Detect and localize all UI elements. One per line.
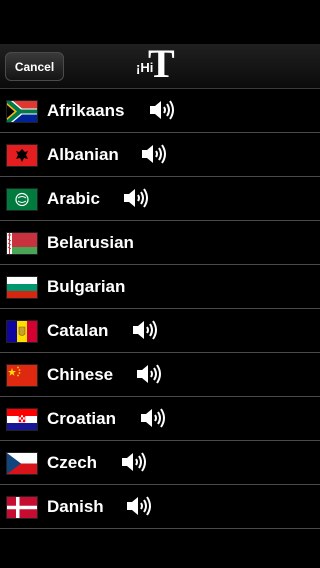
app-logo: ¡Hi T bbox=[135, 44, 185, 84]
speaker-icon[interactable] bbox=[136, 363, 162, 385]
language-row[interactable]: Belarusian bbox=[0, 221, 320, 265]
bulgaria-flag-icon bbox=[6, 276, 38, 299]
speaker-icon[interactable] bbox=[121, 451, 147, 473]
speaker-icon[interactable] bbox=[126, 495, 152, 517]
speaker-icon[interactable] bbox=[123, 187, 149, 209]
language-row[interactable]: Afrikaans bbox=[0, 89, 320, 133]
language-row[interactable]: Albanian bbox=[0, 133, 320, 177]
language-row[interactable]: Danish bbox=[0, 485, 320, 529]
language-name: Chinese bbox=[47, 365, 114, 384]
language-row[interactable]: Catalan bbox=[0, 309, 320, 353]
language-name: Afrikaans bbox=[47, 101, 125, 120]
language-row[interactable]: Arabic bbox=[0, 177, 320, 221]
language-name: Czech bbox=[47, 453, 98, 472]
denmark-flag-icon bbox=[6, 496, 38, 519]
language-row[interactable]: Bulgarian bbox=[0, 265, 320, 309]
language-row[interactable]: Chinese bbox=[0, 353, 320, 397]
speaker-icon[interactable] bbox=[140, 407, 166, 429]
language-name: Arabic bbox=[47, 189, 100, 208]
logo-big-letter: T bbox=[148, 41, 175, 86]
language-name: Catalan bbox=[47, 321, 109, 340]
speaker-icon[interactable] bbox=[149, 99, 175, 121]
south-africa-flag-icon bbox=[6, 100, 38, 123]
language-row[interactable]: Czech bbox=[0, 441, 320, 485]
language-row[interactable]: Croatian bbox=[0, 397, 320, 441]
croatia-flag-icon bbox=[6, 408, 38, 431]
arab-league-flag-icon bbox=[6, 188, 38, 211]
navigation-bar: Cancel ¡Hi T bbox=[0, 44, 320, 89]
speaker-icon[interactable] bbox=[141, 143, 167, 165]
language-name: Belarusian bbox=[47, 233, 134, 252]
language-name: Danish bbox=[47, 497, 104, 516]
belarus-flag-icon bbox=[6, 232, 38, 255]
speaker-icon[interactable] bbox=[132, 319, 158, 341]
china-flag-icon bbox=[6, 364, 38, 387]
cancel-button[interactable]: Cancel bbox=[5, 52, 64, 81]
andorra-flag-icon bbox=[6, 320, 38, 343]
czech-republic-flag-icon bbox=[6, 452, 38, 475]
language-list: Afrikaans Albanian Arabic Belarusian Bul… bbox=[0, 89, 320, 529]
language-name: Bulgarian bbox=[47, 277, 126, 296]
language-name: Croatian bbox=[47, 409, 116, 428]
albania-flag-icon bbox=[6, 144, 38, 167]
language-name: Albanian bbox=[47, 145, 119, 164]
